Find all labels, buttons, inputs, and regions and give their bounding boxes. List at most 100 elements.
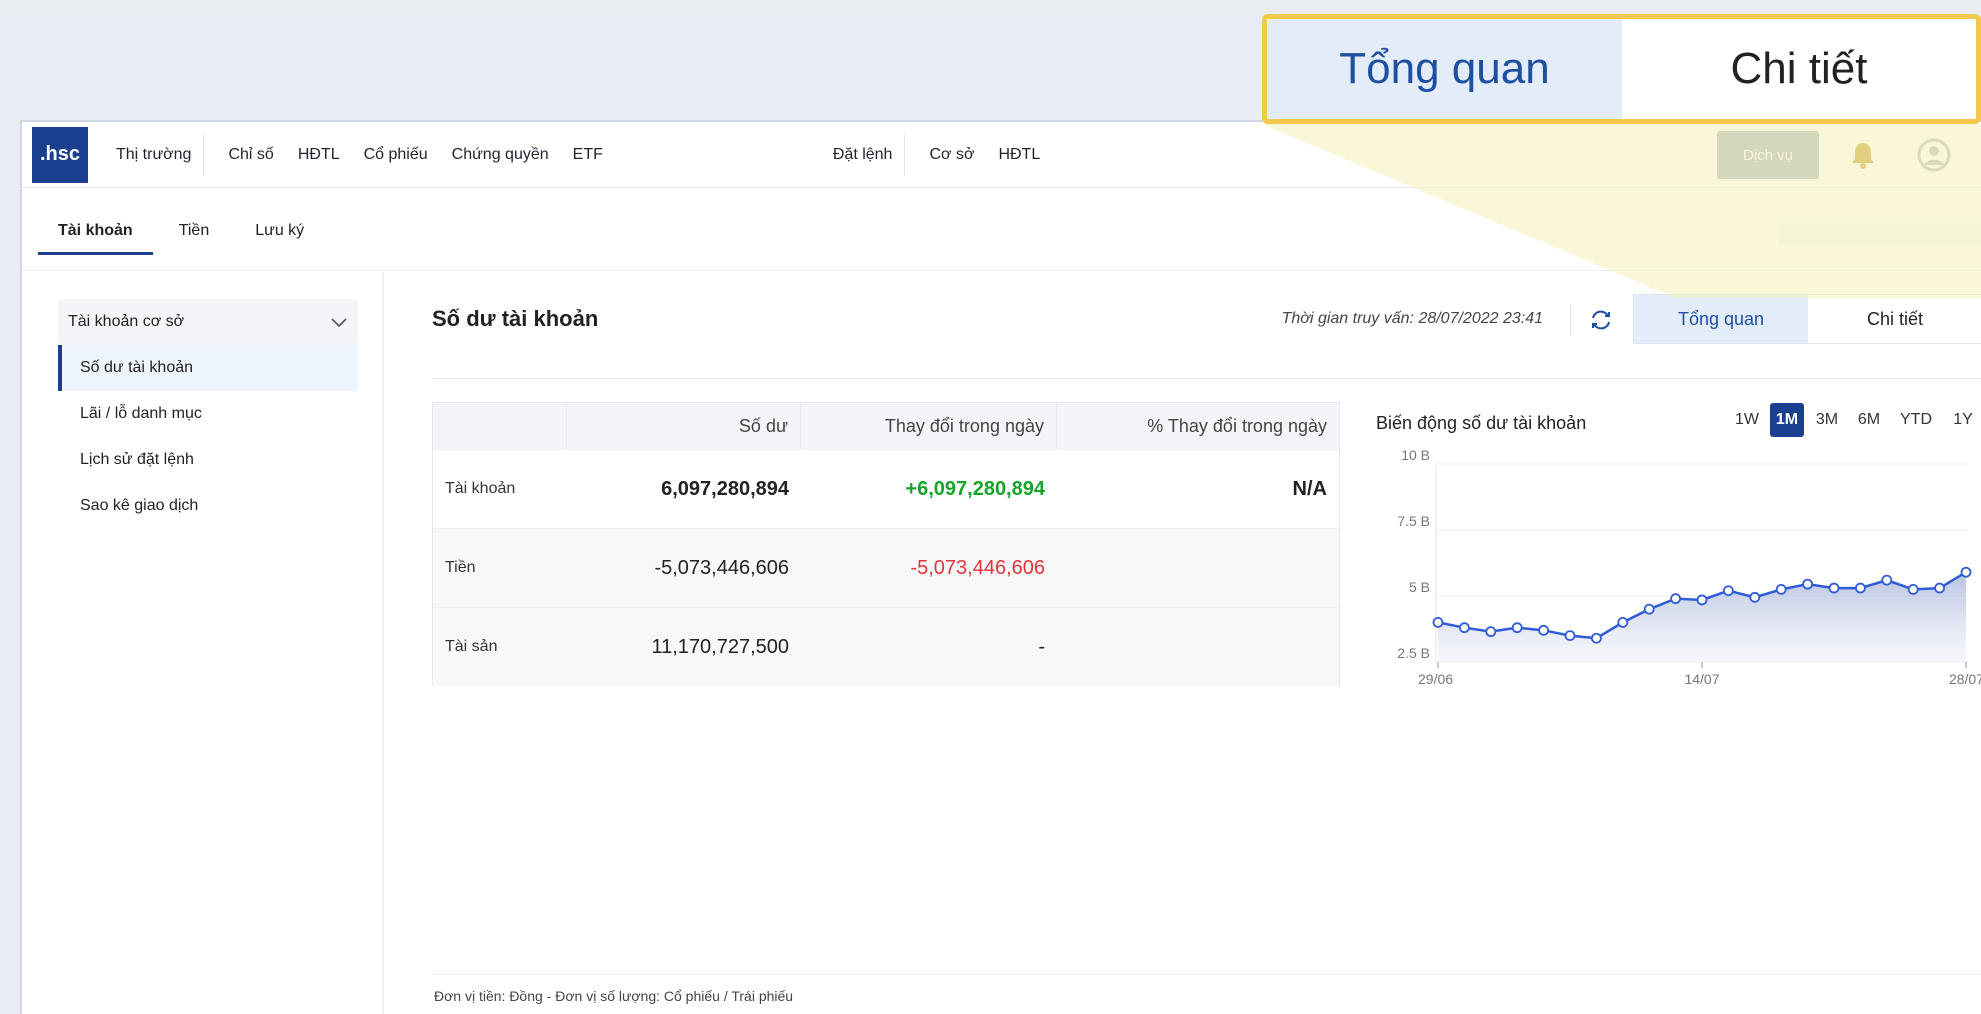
nav-item-hdtl[interactable]: HĐTL bbox=[286, 146, 352, 164]
range-ytd-button[interactable]: YTD bbox=[1892, 403, 1940, 437]
data-point bbox=[1696, 594, 1708, 606]
y-tick-label: 10 B bbox=[1401, 447, 1430, 463]
row-label: Tài khoản bbox=[445, 480, 516, 497]
y-tick-label: 5 B bbox=[1409, 579, 1430, 595]
data-point bbox=[1564, 630, 1576, 642]
data-point bbox=[1881, 574, 1893, 586]
table-header: Số dư Thay đổi trong ngày % Thay đổi tro… bbox=[433, 403, 1339, 449]
query-time: Thời gian truy vấn: 28/07/2022 23:41 bbox=[1281, 310, 1543, 327]
row-label: Tiền bbox=[445, 559, 476, 576]
row-label: Tài sản bbox=[445, 638, 498, 655]
balance-table: Số dư Thay đổi trong ngày % Thay đổi tro… bbox=[432, 402, 1340, 686]
table-header-cell bbox=[433, 403, 567, 449]
balance-value: -5,073,446,606 bbox=[654, 556, 789, 579]
nav-right: Dịch vụ bbox=[1717, 122, 1981, 188]
tab-tai-khoan[interactable]: Tài khoản bbox=[38, 222, 153, 255]
y-tick-label: 2.5 B bbox=[1397, 645, 1430, 661]
data-point bbox=[1538, 624, 1550, 636]
title-divider bbox=[432, 378, 1981, 379]
service-button[interactable]: Dịch vụ bbox=[1717, 131, 1819, 179]
range-selector: 1W 1M 3M 6M YTD 1Y bbox=[1728, 403, 1981, 437]
chart-title: Biến động số dư tài khoản bbox=[1376, 413, 1587, 433]
data-point bbox=[1934, 582, 1945, 594]
x-tick-label: 14/07 bbox=[1684, 671, 1719, 687]
series-area bbox=[1438, 572, 1966, 662]
table-header-cell: Thay đổi trong ngày bbox=[801, 403, 1057, 449]
sidebar-group-label: Tài khoản cơ sở bbox=[68, 313, 185, 330]
view-toggle: Tổng quan Chi tiết bbox=[1633, 294, 1981, 344]
subtab-divider bbox=[22, 270, 1981, 271]
pct-change-value: N/A bbox=[1292, 477, 1327, 500]
x-tick-label: 29/06 bbox=[1418, 671, 1453, 687]
data-point bbox=[1590, 632, 1602, 644]
range-1w-button[interactable]: 1W bbox=[1728, 403, 1766, 437]
balance-value: 6,097,280,894 bbox=[661, 477, 789, 500]
balance-chart: 10 B 7.5 B 5 B 2.5 B 29/06 14/07 28/07 bbox=[1397, 447, 1981, 687]
range-1y-button[interactable]: 1Y bbox=[1944, 403, 1981, 437]
data-point bbox=[1459, 622, 1470, 634]
change-value: - bbox=[1038, 635, 1045, 658]
app-window: .hsc Thị trường Chỉ số HĐTL Cổ phiếu Chứ… bbox=[20, 120, 1981, 1014]
nav-item-thi-truong[interactable]: Thị trường bbox=[104, 146, 203, 164]
main-panel: Số dư tài khoản Thời gian truy vấn: 28/0… bbox=[408, 272, 1981, 1014]
nav-item-chi-so[interactable]: Chỉ số bbox=[204, 146, 285, 164]
nav-item-co-phieu[interactable]: Cổ phiếu bbox=[352, 146, 440, 164]
range-1m-button[interactable]: 1M bbox=[1770, 403, 1804, 437]
sidebar-item-lai-lo[interactable]: Lãi / lỗ danh mục bbox=[58, 391, 358, 437]
data-point bbox=[1854, 582, 1866, 594]
nav-item-co-so[interactable]: Cơ sở bbox=[905, 146, 986, 164]
range-6m-button[interactable]: 6M bbox=[1850, 403, 1888, 437]
change-value: +6,097,280,894 bbox=[905, 477, 1045, 500]
screenshot-stage: .hsc Thị trường Chỉ số HĐTL Cổ phiếu Chứ… bbox=[0, 0, 1981, 1014]
sidebar-item-so-du[interactable]: Số dư tài khoản bbox=[58, 345, 358, 391]
pct-change-value bbox=[1057, 529, 1339, 607]
data-point bbox=[1775, 583, 1787, 595]
nav-item-hdtl-order[interactable]: HĐTL bbox=[986, 146, 1052, 164]
top-strip bbox=[0, 0, 1981, 12]
sidebar-group-header[interactable]: Tài khoản cơ sở bbox=[58, 299, 358, 345]
data-point bbox=[1617, 616, 1629, 628]
sidebar-item-lich-su[interactable]: Lịch sử đặt lệnh bbox=[58, 437, 358, 483]
data-point bbox=[1485, 626, 1497, 638]
sidebar-item-label: Sao kê giao dịch bbox=[80, 497, 199, 514]
sidebar: Tài khoản cơ sở Số dư tài khoản Lãi / lỗ… bbox=[22, 272, 384, 1014]
nav-item-etf[interactable]: ETF bbox=[561, 146, 615, 164]
data-point bbox=[1828, 582, 1840, 594]
data-point bbox=[1670, 593, 1682, 605]
refresh-icon[interactable] bbox=[1587, 306, 1615, 334]
data-point bbox=[1749, 591, 1761, 603]
data-point bbox=[1643, 603, 1655, 615]
tab-luu-ky[interactable]: Lưu ký bbox=[255, 222, 304, 255]
subtab-placeholder bbox=[1778, 223, 1981, 245]
change-value: -5,073,446,606 bbox=[910, 556, 1045, 579]
table-row: Tài khoản 6,097,280,894 +6,097,280,894 N… bbox=[433, 449, 1339, 528]
balance-value: 11,170,727,500 bbox=[651, 635, 789, 658]
sidebar-item-sao-ke[interactable]: Sao kê giao dịch bbox=[58, 483, 358, 529]
callout-overview-button[interactable]: Tổng quan bbox=[1267, 19, 1622, 119]
tab-tien[interactable]: Tiền bbox=[179, 222, 210, 255]
range-3m-button[interactable]: 3M bbox=[1808, 403, 1846, 437]
view-overview-button[interactable]: Tổng quan bbox=[1634, 295, 1808, 343]
sidebar-item-label: Lãi / lỗ danh mục bbox=[80, 405, 202, 422]
table-row: Tài sản 11,170,727,500 - bbox=[433, 607, 1339, 686]
top-nav: .hsc Thị trường Chỉ số HĐTL Cổ phiếu Chứ… bbox=[22, 122, 1981, 188]
hsc-logo[interactable]: .hsc bbox=[32, 126, 88, 183]
table-header-cell: Số dư bbox=[567, 403, 801, 449]
data-point bbox=[1802, 578, 1814, 590]
data-point bbox=[1960, 566, 1972, 578]
nav-item-dat-lenh[interactable]: Đặt lệnh bbox=[821, 146, 905, 164]
zoom-callout: Tổng quan Chi tiết bbox=[1262, 14, 1981, 124]
unit-footnote: Đơn vị tiền: Đồng - Đơn vị số lượng: Cổ … bbox=[434, 988, 794, 1004]
table-header-cell: % Thay đổi trong ngày bbox=[1147, 415, 1327, 436]
data-point bbox=[1511, 622, 1523, 634]
bell-icon[interactable] bbox=[1849, 140, 1877, 170]
page-title: Số dư tài khoản bbox=[432, 306, 599, 331]
view-detail-button[interactable]: Chi tiết bbox=[1808, 295, 1981, 343]
user-icon[interactable] bbox=[1917, 138, 1951, 172]
sidebar-item-label: Số dư tài khoản bbox=[80, 359, 194, 376]
data-point bbox=[1907, 583, 1919, 595]
x-tick-label: 28/07 bbox=[1949, 671, 1981, 687]
callout-detail-button[interactable]: Chi tiết bbox=[1622, 19, 1976, 119]
table-row: Tiền -5,073,446,606 -5,073,446,606 bbox=[433, 528, 1339, 607]
nav-item-chung-quyen[interactable]: Chứng quyền bbox=[440, 146, 561, 164]
